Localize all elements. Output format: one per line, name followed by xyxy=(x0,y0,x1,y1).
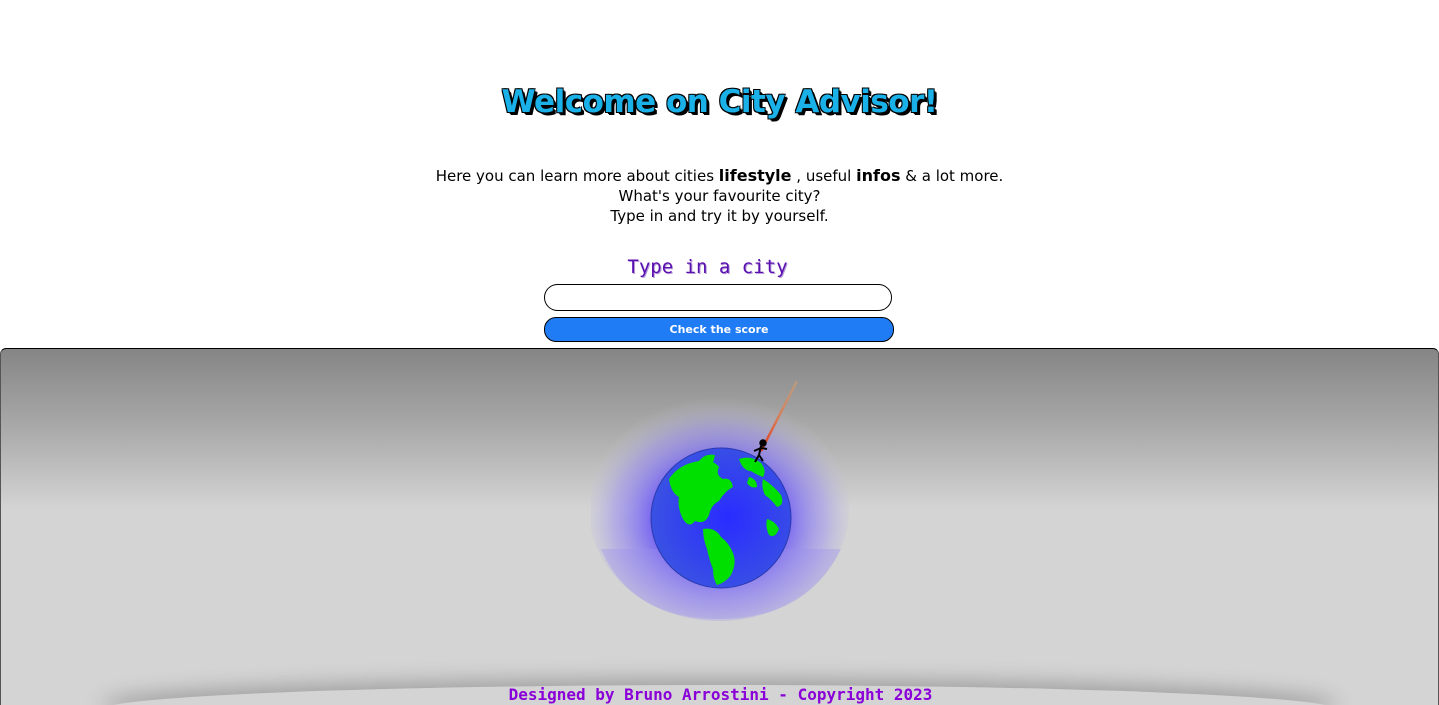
intro-line-2: What's your favourite city? xyxy=(618,187,821,205)
intro-keyword-lifestyle: lifestyle xyxy=(718,166,792,185)
city-input-label: Type in a city xyxy=(627,256,788,278)
page: Welcome on City Advisor! Here you can le… xyxy=(0,0,1439,705)
intro-keyword-infos: infos xyxy=(856,166,901,185)
intro-line-1-middle: , useful xyxy=(796,167,852,185)
illustration-section: Designed by Bruno Arrostini - Copyright … xyxy=(0,348,1439,705)
check-score-button[interactable]: Check the score xyxy=(544,317,894,342)
footer-copyright: Designed by Bruno Arrostini - Copyright … xyxy=(508,685,933,704)
intro-line-3: Type in and try it by yourself. xyxy=(610,207,829,225)
intro-line-1: Here you can learn more about cities lif… xyxy=(0,166,1439,186)
city-search-input[interactable] xyxy=(544,284,892,311)
globe-icon xyxy=(591,380,849,621)
intro-line-1-suffix: & a lot more. xyxy=(905,167,1004,185)
page-title: Welcome on City Advisor! xyxy=(501,84,938,120)
intro-text: Here you can learn more about cities lif… xyxy=(0,166,1439,226)
intro-line-1-prefix: Here you can learn more about cities xyxy=(435,167,715,185)
